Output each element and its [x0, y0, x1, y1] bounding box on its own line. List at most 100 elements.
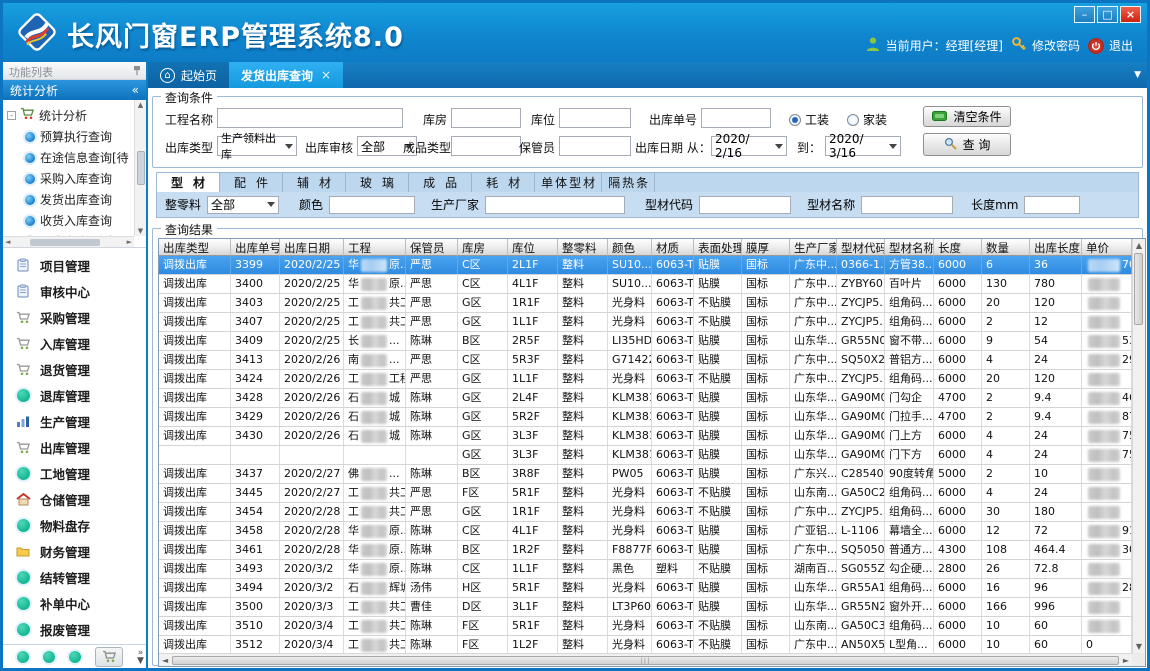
date-from-picker[interactable]: 2020/ 2/16 [711, 136, 787, 156]
tab-home[interactable]: ⌂ 起始页 [148, 62, 229, 88]
material-tab-单体型材[interactable]: 单体型材 [535, 173, 602, 192]
table-row[interactable]: 调拨出库34612020/2/28华原...陈琳B区1R2F整料F8877FT6… [159, 541, 1132, 560]
table-row[interactable]: 调拨出库34032020/2/25工共工程严思G区1R1F整料光身料6063-T… [159, 294, 1132, 313]
table-row[interactable]: 调拨出库34372020/2/27佛...陈琳B区3R8F整料PW056063-… [159, 465, 1132, 484]
tree-item[interactable]: 发货出库查询 [7, 189, 133, 210]
table-row[interactable]: 调拨出库34072020/2/25工共工程严思G区1L1F整料光身料6063-T… [159, 313, 1132, 332]
column-header-surface[interactable]: 表面处理 [694, 239, 742, 256]
material-tab-辅材[interactable]: 辅材 [283, 173, 346, 192]
group-dot-icon[interactable] [69, 651, 81, 663]
tree-item[interactable]: 预算执行查询 [7, 126, 133, 147]
sidebar-item-审核中心[interactable]: 审核中心 [3, 278, 146, 304]
order-no-input[interactable] [701, 108, 771, 128]
pin-icon[interactable] [133, 65, 141, 79]
profile-code-input[interactable] [699, 196, 791, 214]
table-row[interactable]: 调拨出库34542020/2/28工共工程严思G区1R1F整料光身料6063-T… [159, 503, 1132, 522]
material-tab-隔热条[interactable]: 隔热条 [602, 173, 655, 192]
sidebar-item-补单中心[interactable]: 补单中心 [3, 590, 146, 616]
sidebar-item-入库管理[interactable]: 入库管理 [3, 330, 146, 356]
sidebar-item-物料盘存[interactable]: 物料盘存 [3, 512, 146, 538]
table-row[interactable]: G区3L3F整料KLM38176063-T5贴膜国标山东华...GA90M09.… [159, 446, 1132, 465]
column-header-length[interactable]: 长度 [934, 239, 982, 256]
sidebar-item-退库管理[interactable]: 退库管理 [3, 382, 146, 408]
material-tab-配件[interactable]: 配件 [220, 173, 283, 192]
column-header-whole-part[interactable]: 整零料 [558, 239, 608, 256]
date-to-picker[interactable]: 2020/ 3/16 [825, 136, 901, 156]
table-row[interactable]: 调拨出库35002020/3/3工共工程曹佳D区3L1F整料LT3P606063… [159, 598, 1132, 617]
out-type-dropdown[interactable]: 生产领料出库 [217, 136, 297, 156]
sidebar-item-报废管理[interactable]: 报废管理 [3, 616, 146, 642]
table-row[interactable]: 调拨出库34582020/2/28华原...陈琳C区4L1F整料光身料6063-… [159, 522, 1132, 541]
length-input[interactable] [1024, 196, 1080, 214]
sidebar-item-仓储管理[interactable]: 仓储管理 [3, 486, 146, 512]
table-row[interactable]: 调拨出库34002020/2/25华原...严思C区4L1F整料SU10...6… [159, 275, 1132, 294]
table-row[interactable]: 调拨出库34932020/3/2华原...陈琳C区1L1F整料黑色塑料不贴膜国标… [159, 560, 1132, 579]
table-row[interactable]: 调拨出库34452020/2/27工共工程严思F区5R1F整料光身料6063-T… [159, 484, 1132, 503]
grid-vertical-scrollbar[interactable]: ▲ ▼ [1132, 239, 1145, 653]
sidebar-item-采购管理[interactable]: 采购管理 [3, 304, 146, 330]
sidebar-item-财务管理[interactable]: 财务管理 [3, 538, 146, 564]
profile-name-input[interactable] [861, 196, 953, 214]
column-header-project[interactable]: 工程 [344, 239, 406, 256]
sidebar-item-退货管理[interactable]: 退货管理 [3, 356, 146, 382]
table-row[interactable]: 调拨出库34282020/2/26石城陈琳G区2L4F整料KLM38176063… [159, 389, 1132, 408]
radio-jiazhuang[interactable]: 家装 [847, 111, 887, 128]
material-tab-型材[interactable]: 型材 [157, 173, 220, 192]
radio-gongzhuang[interactable]: 工装 [789, 111, 829, 128]
column-header-profile-name[interactable]: 型材名称 [885, 239, 934, 256]
group-dot-icon[interactable] [43, 651, 55, 663]
column-header-material[interactable]: 材质 [652, 239, 694, 256]
scrollbar-thumb[interactable]: ||| [172, 656, 1119, 665]
column-header-location[interactable]: 库位 [508, 239, 558, 256]
column-header-out-type[interactable]: 出库类型 [159, 239, 231, 256]
tree-root-statistics[interactable]: - 统计分析 [7, 104, 133, 126]
collapse-icon[interactable]: « [132, 83, 139, 97]
tab-list-dropdown-icon[interactable]: ▼ [1134, 70, 1141, 80]
column-header-out-length[interactable]: 出库长度 [1030, 239, 1082, 256]
project-name-input[interactable] [217, 108, 403, 128]
column-header-color[interactable]: 颜色 [608, 239, 652, 256]
sidebar-item-生产管理[interactable]: 生产管理 [3, 408, 146, 434]
table-row[interactable]: 调拨出库35122020/3/4工共工程陈琳F区1L2F整料光身料6063-T5… [159, 636, 1132, 653]
location-input[interactable] [559, 108, 631, 128]
tree-item[interactable]: 收货入库查询 [7, 210, 133, 231]
table-row[interactable]: 调拨出库34092020/2/25长...陈琳B区2R5F整料LI35HD606… [159, 332, 1132, 351]
tab-shipment-outbound-query[interactable]: 发货出库查询 × [229, 62, 343, 88]
sidebar-item-出库管理[interactable]: 出库管理 [3, 434, 146, 460]
column-header-qty[interactable]: 数量 [982, 239, 1030, 256]
more-groups-button[interactable]: »▼ [137, 649, 144, 665]
search-button[interactable]: 查 询 [923, 133, 1011, 156]
column-header-keeper[interactable]: 保管员 [406, 239, 458, 256]
column-header-film[interactable]: 膜厚 [742, 239, 790, 256]
minimize-button[interactable]: – [1074, 6, 1095, 23]
scrollbar-thumb[interactable] [30, 239, 100, 246]
material-tab-耗材[interactable]: 耗材 [472, 173, 535, 192]
warehouse-input[interactable] [451, 108, 521, 128]
tree-vertical-scrollbar[interactable]: ▲ ▼ [134, 100, 146, 236]
cart-group-button[interactable] [95, 647, 123, 667]
table-row[interactable]: 调拨出库34302020/2/26石城陈琳G区3L3F整料KLM38176063… [159, 427, 1132, 446]
sidebar-item-结转管理[interactable]: 结转管理 [3, 564, 146, 590]
column-header-warehouse[interactable]: 库房 [458, 239, 508, 256]
column-header-out-date[interactable]: 出库日期 [280, 239, 344, 256]
clear-conditions-button[interactable]: 清空条件 [923, 106, 1011, 127]
logout-button[interactable]: 退出 [1088, 37, 1133, 54]
column-header-order-no[interactable]: 出库单号 [231, 239, 280, 256]
table-row[interactable]: 调拨出库34242020/2/26工工程严思G区1L1F整料光身料6063-T5… [159, 370, 1132, 389]
tree-horizontal-scrollbar[interactable]: ◄ ► [3, 236, 134, 247]
scrollbar-thumb[interactable] [137, 151, 145, 185]
column-header-profile-code[interactable]: 型材代码 [837, 239, 885, 256]
grid-horizontal-scrollbar[interactable]: ◄ ||| ► [159, 653, 1132, 666]
tree-item[interactable]: 在途信息查询[待 [7, 147, 133, 168]
material-tab-成品[interactable]: 成品 [409, 173, 472, 192]
column-header-unit-price[interactable]: 单价 [1082, 239, 1132, 256]
product-type-input[interactable] [451, 136, 521, 156]
color-input[interactable] [329, 196, 415, 214]
scrollbar-thumb[interactable] [1134, 253, 1143, 325]
change-password-link[interactable]: 修改密码 [1011, 36, 1080, 55]
whole-part-dropdown[interactable]: 全部 [207, 196, 279, 214]
table-row[interactable]: 调拨出库35102020/3/4工共工程陈琳F区5R1F整料光身料6063-T5… [159, 617, 1132, 636]
sidebar-section-statistics[interactable]: 统计分析 « [3, 80, 146, 100]
tree-item[interactable]: 采购入库查询 [7, 168, 133, 189]
material-tab-玻璃[interactable]: 玻璃 [346, 173, 409, 192]
